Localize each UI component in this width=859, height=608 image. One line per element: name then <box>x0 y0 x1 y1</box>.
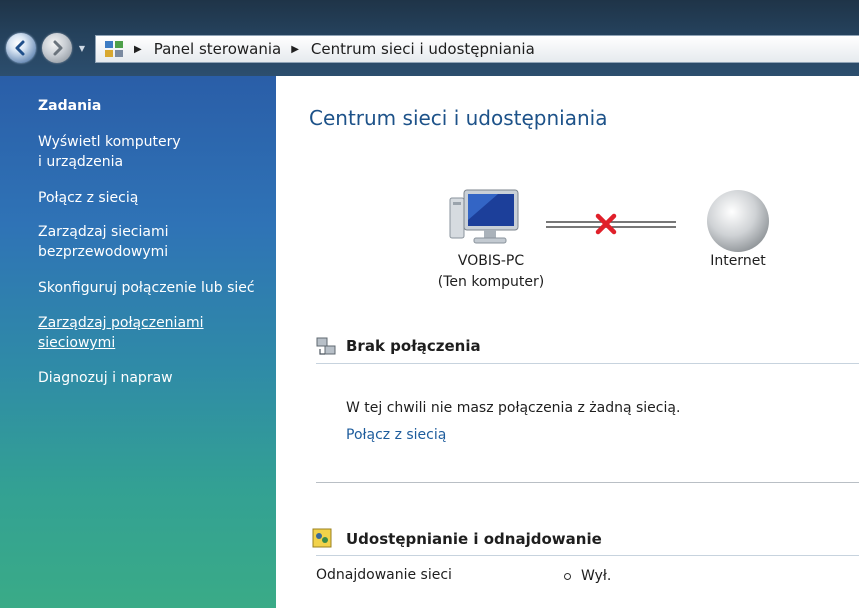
sidebar-item-setup-connection[interactable]: Skonfiguruj połączenie lub sieć <box>38 278 270 298</box>
connection-status-text: W tej chwili nie masz połączenia z żadną… <box>346 400 681 416</box>
breadcrumb-network-center[interactable]: Centrum sieci i udostępniania <box>311 40 535 58</box>
task-pane: Zadania Wyświetl komputery i urządzenia … <box>0 76 276 608</box>
task-pane-title: Zadania <box>38 98 102 114</box>
main-content: Centrum sieci i udostępniania VOBIS-PC (… <box>276 76 859 608</box>
forward-button[interactable] <box>42 33 72 63</box>
status-off-icon <box>564 572 571 580</box>
back-button[interactable] <box>6 33 36 63</box>
sidebar-item-view-computers[interactable]: Wyświetl komputery i urządzenia <box>38 132 270 172</box>
network-discovery-status: Wył. <box>581 568 612 584</box>
network-discovery-label: Odnajdowanie sieci <box>316 567 452 583</box>
address-bar[interactable]: ▶ Panel sterowania ▶ Centrum sieci i udo… <box>95 35 859 63</box>
connection-section-heading: Brak połączenia <box>346 337 481 355</box>
internet-label: Internet <box>710 253 766 269</box>
breadcrumb-separator-icon[interactable]: ▶ <box>291 44 299 55</box>
sidebar-item-connect[interactable]: Połącz z siecią <box>38 188 270 208</box>
section-divider <box>316 482 859 483</box>
internet-globe-icon[interactable] <box>704 188 772 254</box>
control-panel-icon <box>104 40 124 58</box>
sidebar-item-diagnose[interactable]: Diagnozuj i napraw <box>38 368 270 388</box>
section-divider <box>316 555 859 556</box>
arrow-left-icon <box>15 40 25 56</box>
page-title: Centrum sieci i udostępniania <box>309 106 608 130</box>
sharing-section-heading: Udostępnianie i odnajdowanie <box>346 530 602 548</box>
sidebar-item-manage-connections[interactable]: Zarządzaj połączeniami sieciowymi <box>38 313 270 353</box>
breadcrumb-separator-icon[interactable]: ▶ <box>134 44 142 55</box>
arrow-right-icon <box>53 40 63 56</box>
computer-label: VOBIS-PC (Ten komputer) <box>437 253 545 290</box>
breadcrumb-control-panel[interactable]: Panel sterowania <box>154 40 282 58</box>
broken-connection-icon[interactable] <box>546 212 676 238</box>
network-discovery-value[interactable]: Wył. <box>564 568 611 584</box>
recent-pages-dropdown[interactable]: ▼ <box>77 44 87 54</box>
connect-to-network-link[interactable]: Połącz z siecią <box>346 427 446 443</box>
address-toolbar: ▼ ▶ Panel sterowania ▶ Centrum sieci i u… <box>0 0 859 76</box>
computer-icon[interactable] <box>446 184 526 252</box>
network-status-icon <box>316 337 336 355</box>
sharing-icon <box>312 528 332 548</box>
section-divider <box>316 363 859 364</box>
sidebar-item-wireless[interactable]: Zarządzaj sieciami bezprzewodowymi <box>38 222 270 262</box>
